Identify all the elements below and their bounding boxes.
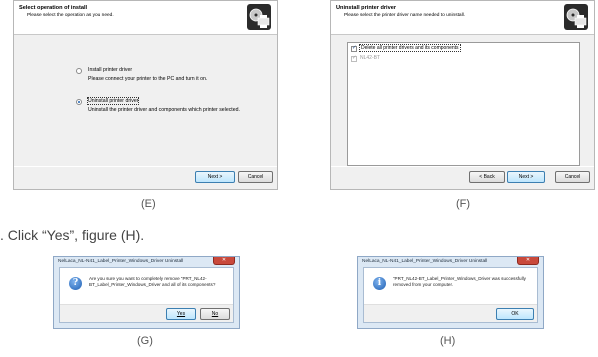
installer-body: Delete all printer drivers and its compo… [331,36,594,167]
dialog-content: i “PRT_NL42-BT_Label_Printer_Windows_Dri… [363,267,538,323]
dialog-message: “PRT_NL42-BT_Label_Printer_Windows_Drive… [393,276,526,287]
cancel-button[interactable]: Cancel [555,171,590,183]
next-button[interactable]: Next > [507,171,545,183]
back-button[interactable]: < Back [469,171,505,183]
caption-g: (G) [137,335,153,347]
cancel-button[interactable]: Cancel [238,171,273,183]
ok-button[interactable]: OK [496,308,534,320]
uninstall-option-description: Uninstall the printer driver and compone… [88,107,240,113]
dialog-footer: OK [364,304,537,322]
installer-window-uninstall-driver: Uninstall printer driver Please select t… [330,0,595,190]
installer-header: Select operation of install Please selec… [14,1,277,35]
driver-list[interactable]: Delete all printer drivers and its compo… [347,42,580,166]
dialog-content: ? Are you sure you want to completely re… [59,267,234,323]
uninstall-complete-dialog: NelLaca_NL-N41_Label_Printer_Windows_Dri… [357,256,544,329]
printer-disc-icon [564,4,588,30]
installer-subtitle: Please select the operation as you need. [27,13,114,18]
install-option-description: Please connect your printer to the PC an… [88,76,208,82]
uninstall-option-label: Uninstall printer driver [86,97,140,105]
installer-body: Install printer driver Please connect yo… [14,36,277,167]
installer-window-select-operation: Select operation of install Please selec… [13,0,278,190]
caption-f: (F) [456,198,471,210]
installer-subtitle: Please select the printer driver name ne… [344,13,466,18]
install-option-label: Install printer driver [88,67,133,73]
installer-title: Select operation of install [19,5,88,11]
question-icon: ? [69,277,82,290]
divider [331,166,594,167]
yes-button[interactable]: Yes [166,308,196,320]
dialog-message: Are you sure you want to completely remo… [89,276,216,287]
installer-header: Uninstall printer driver Please select t… [331,1,594,35]
no-button[interactable]: No [200,308,230,320]
installer-title: Uninstall printer driver [336,5,396,11]
printer-disc-icon [247,4,271,30]
dialog-footer: Yes No [60,304,233,322]
caption-e: (E) [141,198,156,210]
driver-item-checkbox[interactable] [351,55,357,62]
install-radio[interactable] [76,68,82,74]
instruction-text: . Click “Yes”, figure (H). [0,227,145,243]
info-icon: i [373,277,386,290]
next-button[interactable]: Next > [195,171,235,183]
close-icon[interactable]: ✕ [517,257,539,265]
divider [14,166,277,167]
driver-item-label: NL42-BT [360,55,381,61]
delete-all-checkbox[interactable] [351,45,357,52]
uninstall-radio[interactable] [76,99,82,105]
dialog-title: NelLaca_NL-N41_Label_Printer_Windows_Dri… [362,259,488,264]
confirm-uninstall-dialog: NelLaca_NL-N41_Label_Printer_Windows_Dri… [53,256,240,329]
yes-button-label: Yes [176,311,186,317]
delete-all-label: Delete all printer drivers and its compo… [359,44,461,52]
no-button-label: No [211,311,219,317]
dialog-title: NelLaca_NL-N41_Label_Printer_Windows_Dri… [58,259,184,264]
close-icon[interactable]: ✕ [213,257,235,265]
caption-h: (H) [440,335,456,347]
